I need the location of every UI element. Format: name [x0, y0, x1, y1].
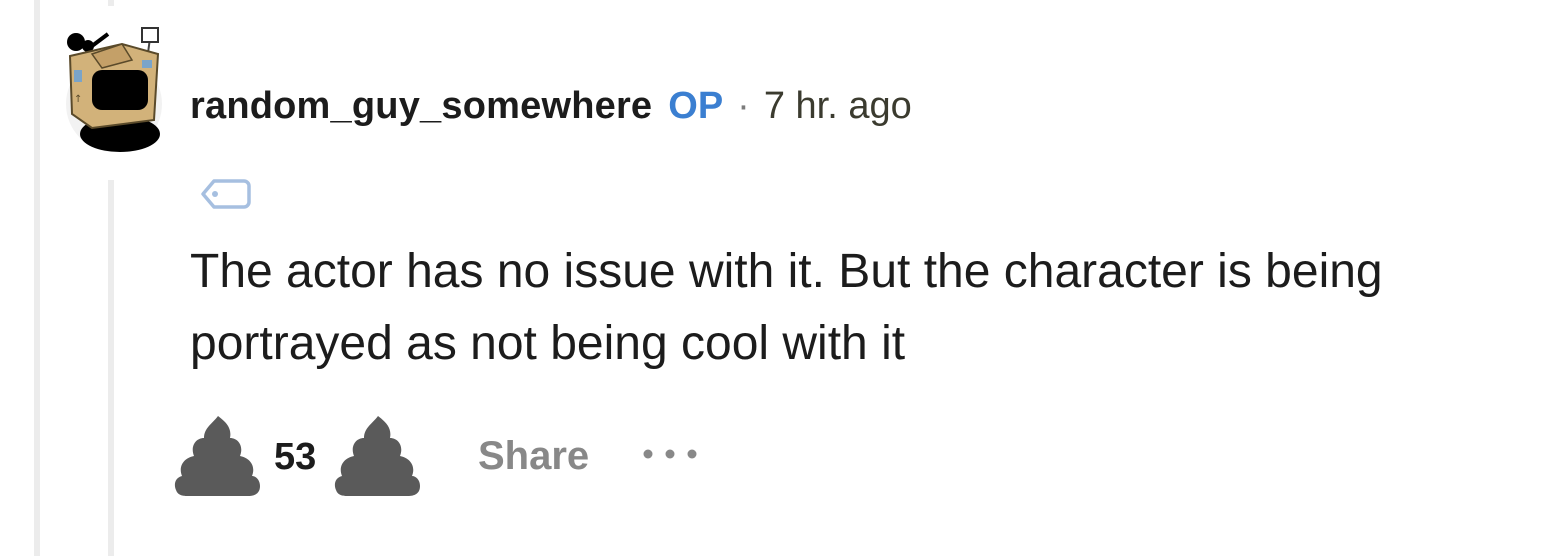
comment-header: random_guy_somewhere OP · 7 hr. ago: [190, 84, 912, 128]
thread-line-inner[interactable]: [108, 180, 114, 556]
avatar[interactable]: ↑: [62, 24, 166, 154]
timestamp-link[interactable]: 7 hr. ago: [764, 85, 912, 128]
op-badge: OP: [668, 84, 724, 127]
separator-dot: ·: [737, 84, 750, 127]
svg-text:↑: ↑: [74, 94, 82, 105]
tag-icon[interactable]: [200, 178, 252, 210]
vote-count: 53: [274, 436, 317, 478]
poop-upvote-icon[interactable]: [174, 414, 260, 498]
share-button[interactable]: Share: [478, 434, 589, 479]
poop-downvote-icon[interactable]: [334, 414, 420, 498]
username-link[interactable]: random_guy_somewhere: [190, 85, 652, 128]
avatar-image: ↑: [66, 27, 162, 152]
thread-line-top: [108, 0, 114, 6]
action-bar: 53 Share: [174, 414, 734, 498]
thread-line-outer[interactable]: [34, 0, 40, 556]
ellipsis-icon[interactable]: [640, 442, 700, 466]
comment-body: The actor has no issue with it. But the …: [190, 245, 1383, 370]
